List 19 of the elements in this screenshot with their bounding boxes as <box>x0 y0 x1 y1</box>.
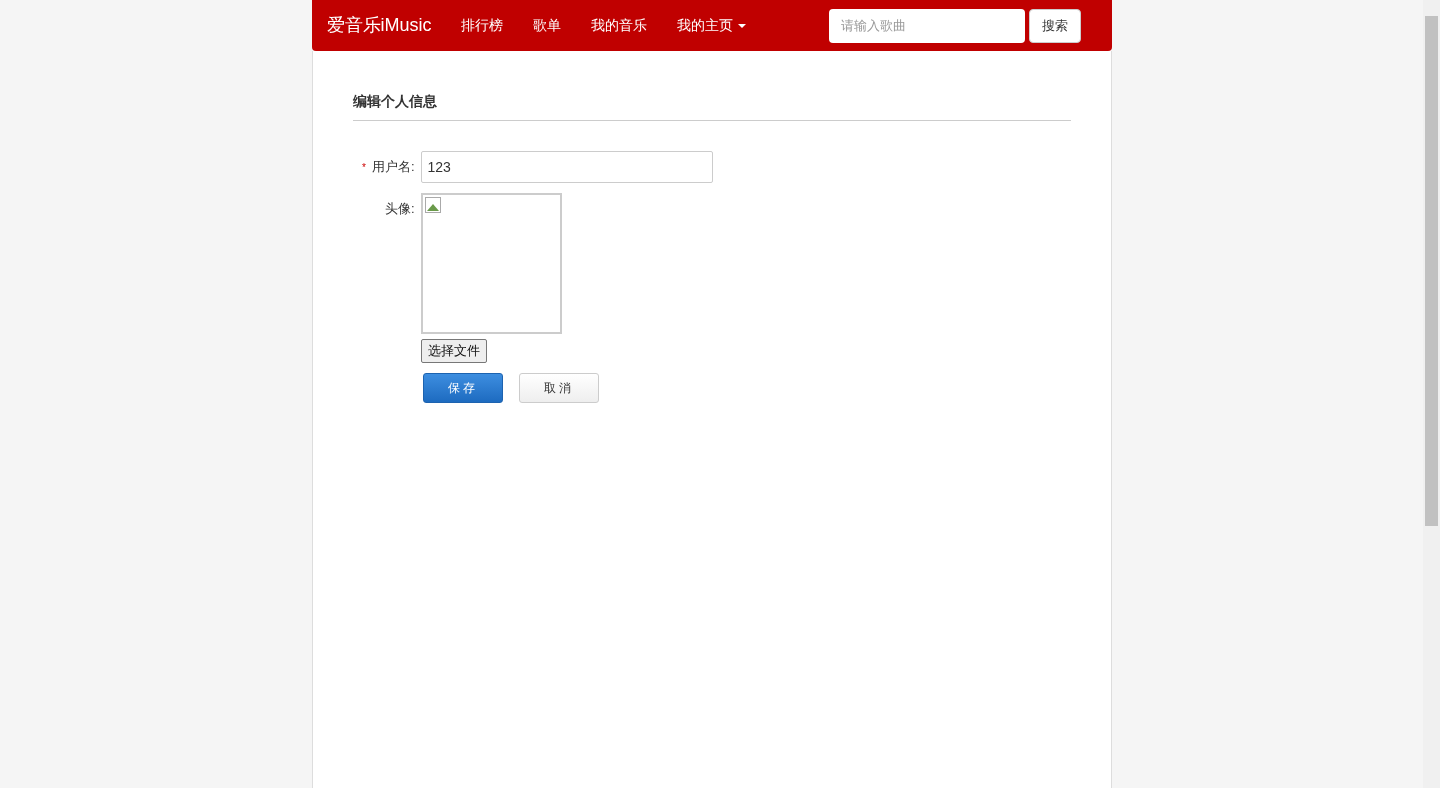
save-button[interactable]: 保存 <box>422 373 503 403</box>
search-field[interactable]: 请输入歌曲 <box>828 8 1025 43</box>
cancel-button[interactable]: 取消 <box>518 373 599 403</box>
nav-link[interactable]: 排行榜 <box>445 15 518 36</box>
nav-link[interactable]: 歌单 <box>517 15 576 36</box>
brand-link[interactable]: 爱音乐iMusic <box>326 12 432 39</box>
required-mark: * <box>361 160 366 175</box>
nav-link[interactable]: 我的音乐 <box>575 15 662 36</box>
field-label: 用户名: <box>371 158 415 177</box>
choose-file-button[interactable]: 选择文件 <box>420 339 487 363</box>
username-field[interactable]: 123 <box>420 151 713 183</box>
search-button[interactable]: 搜索 <box>1028 8 1081 43</box>
nav-link[interactable]: 我的主页 <box>661 15 761 36</box>
scrollbar-thumb[interactable] <box>1425 16 1438 526</box>
scrollbar[interactable] <box>1423 0 1440 788</box>
field-label: 头像: <box>384 200 415 219</box>
form-title: 编辑个人信息 <box>352 91 1071 121</box>
caret-icon <box>737 23 746 28</box>
broken-image-icon <box>424 197 441 213</box>
